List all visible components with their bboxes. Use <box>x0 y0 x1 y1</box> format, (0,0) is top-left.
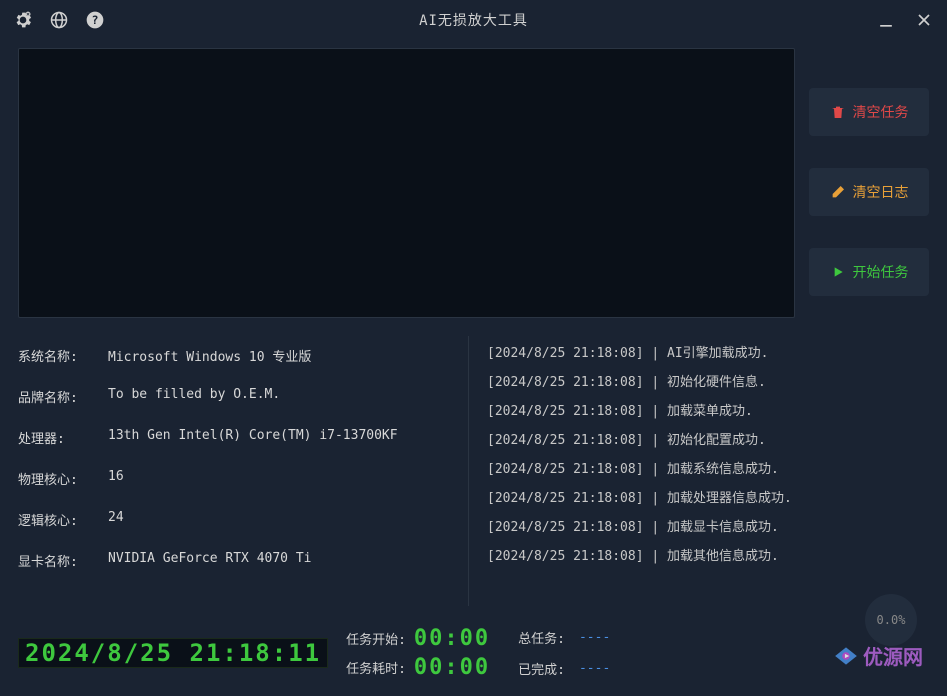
sysinfo-row: 品牌名称: To be filled by O.E.M. <box>18 387 448 406</box>
brand-label: 品牌名称: <box>18 387 108 406</box>
os-label: 系统名称: <box>18 346 108 365</box>
system-info-panel: 系统名称: Microsoft Windows 10 专业版 品牌名称: To … <box>18 336 448 606</box>
cpu-label: 处理器: <box>18 428 108 447</box>
task-start-label: 任务开始: <box>346 629 406 648</box>
log-line: [2024/8/25 21:18:08] | AI引擎加载成功. <box>487 342 929 361</box>
sysinfo-row: 系统名称: Microsoft Windows 10 专业版 <box>18 346 448 365</box>
log-line: [2024/8/25 21:18:08] | 初始化硬件信息. <box>487 371 929 390</box>
task-elapsed-row: 任务耗时: 00:00 <box>346 655 490 680</box>
clear-logs-label: 清空日志 <box>853 182 909 202</box>
log-line: [2024/8/25 21:18:08] | 加载处理器信息成功. <box>487 487 929 506</box>
task-start-value: 00:00 <box>414 626 490 651</box>
watermark-logo-icon <box>833 643 859 669</box>
total-tasks-label: 总任务: <box>518 628 565 647</box>
start-tasks-label: 开始任务 <box>853 262 909 282</box>
sysinfo-row: 处理器: 13th Gen Intel(R) Core(TM) i7-13700… <box>18 428 448 447</box>
physcores-value: 16 <box>108 469 124 488</box>
logiccores-value: 24 <box>108 510 124 529</box>
logiccores-label: 逻辑核心: <box>18 510 108 529</box>
clear-logs-button[interactable]: 清空日志 <box>809 168 929 216</box>
minimize-icon[interactable] <box>875 9 897 31</box>
action-buttons: 清空任务 清空日志 开始任务 <box>809 48 929 318</box>
main-area: 清空任务 清空日志 开始任务 <box>0 40 947 326</box>
log-panel: [2024/8/25 21:18:08] | AI引擎加载成功. [2024/8… <box>468 336 929 606</box>
task-counts: 总任务: ---- 已完成: ---- <box>518 628 610 678</box>
done-tasks-value: ---- <box>579 661 610 676</box>
app-title: AI无损放大工具 <box>419 10 528 30</box>
log-line: [2024/8/25 21:18:08] | 加载显卡信息成功. <box>487 516 929 535</box>
log-line: [2024/8/25 21:18:08] | 加载其他信息成功. <box>487 545 929 564</box>
window-controls <box>875 9 935 31</box>
clock-display: 2024/8/25 21:18:11 <box>18 638 328 668</box>
cpu-value: 13th Gen Intel(R) Core(TM) i7-13700KF <box>108 428 398 447</box>
os-value: Microsoft Windows 10 专业版 <box>108 346 311 365</box>
help-icon[interactable]: ? <box>84 9 106 31</box>
clear-tasks-label: 清空任务 <box>853 102 909 122</box>
close-icon[interactable] <box>913 9 935 31</box>
progress-value: 0.0% <box>877 613 906 627</box>
task-times: 任务开始: 00:00 任务耗时: 00:00 <box>346 626 490 680</box>
info-area: 系统名称: Microsoft Windows 10 专业版 品牌名称: To … <box>0 326 947 616</box>
sysinfo-row: 逻辑核心: 24 <box>18 510 448 529</box>
task-elapsed-value: 00:00 <box>414 655 490 680</box>
log-line: [2024/8/25 21:18:08] | 初始化配置成功. <box>487 429 929 448</box>
preview-panel[interactable] <box>18 48 795 318</box>
titlebar-left: ? <box>12 9 106 31</box>
titlebar: ? AI无损放大工具 <box>0 0 947 40</box>
clear-tasks-button[interactable]: 清空任务 <box>809 88 929 136</box>
task-start-row: 任务开始: 00:00 <box>346 626 490 651</box>
done-tasks-row: 已完成: ---- <box>518 659 610 678</box>
log-line: [2024/8/25 21:18:08] | 加载系统信息成功. <box>487 458 929 477</box>
physcores-label: 物理核心: <box>18 469 108 488</box>
globe-icon[interactable] <box>48 9 70 31</box>
gpu-label: 显卡名称: <box>18 551 108 570</box>
watermark-text: 优源网 <box>863 641 923 670</box>
total-tasks-value: ---- <box>579 630 610 645</box>
play-icon <box>830 264 846 280</box>
brand-value: To be filled by O.E.M. <box>108 387 280 406</box>
trash-icon <box>830 104 846 120</box>
svg-text:?: ? <box>91 13 98 27</box>
progress-indicator: 0.0% <box>865 594 917 646</box>
total-tasks-row: 总任务: ---- <box>518 628 610 647</box>
done-tasks-label: 已完成: <box>518 659 565 678</box>
sysinfo-row: 显卡名称: NVIDIA GeForce RTX 4070 Ti <box>18 551 448 570</box>
gpu-value: NVIDIA GeForce RTX 4070 Ti <box>108 551 312 570</box>
watermark: 优源网 <box>833 641 923 670</box>
eraser-icon <box>830 184 846 200</box>
log-line: [2024/8/25 21:18:08] | 加载菜单成功. <box>487 400 929 419</box>
settings-icon[interactable] <box>12 9 34 31</box>
footer: 2024/8/25 21:18:11 任务开始: 00:00 任务耗时: 00:… <box>0 616 947 696</box>
start-tasks-button[interactable]: 开始任务 <box>809 248 929 296</box>
sysinfo-row: 物理核心: 16 <box>18 469 448 488</box>
task-elapsed-label: 任务耗时: <box>346 658 406 677</box>
